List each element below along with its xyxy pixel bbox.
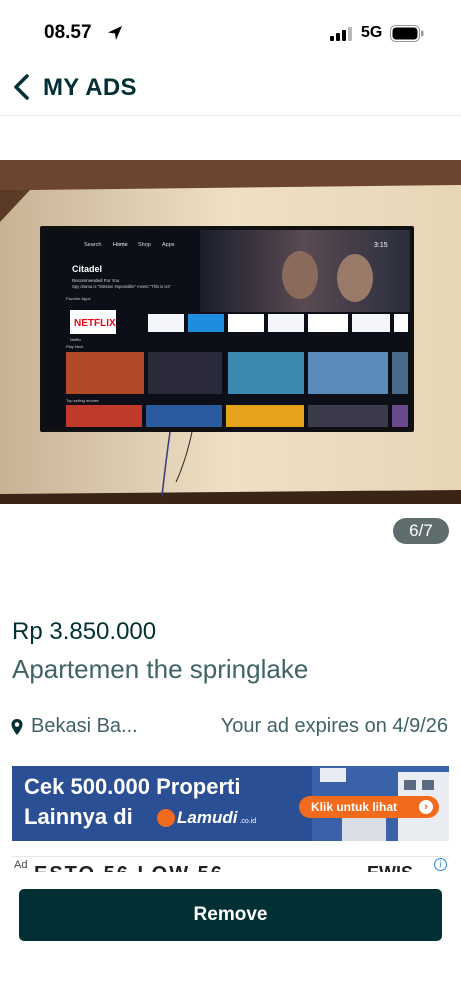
banner-cta-button[interactable]: Klik untuk lihat › [299, 796, 439, 818]
header: MY ADS [0, 62, 461, 116]
tv-feature-title: Citadel [72, 264, 102, 274]
secondary-ad-brand: EWIS [367, 863, 413, 872]
tv-photo-illustration: Search Home Shop Apps 3:15 Citadel Recom… [0, 160, 461, 504]
lamudi-logo-text: Lamudi [177, 808, 238, 827]
tv-clock: 3:15 [374, 242, 388, 249]
chevron-right-icon: › [419, 800, 433, 814]
listing-price: Rp 3.850.000 [12, 618, 157, 645]
status-time: 08.57 [44, 22, 92, 43]
tv-feature-sub1: Recommended For You [72, 278, 120, 283]
listing-location: Bekasi Ba... [31, 715, 138, 737]
back-icon[interactable] [8, 70, 36, 104]
location-arrow-icon [108, 26, 122, 40]
listing-title: Apartemen the springlake [12, 654, 309, 684]
page-title: MY ADS [43, 74, 137, 101]
tv-nav-shop: Shop [138, 242, 151, 248]
tv-app-netflix: NETFLIX [74, 318, 116, 329]
tv-row-label-play: Play Next [66, 344, 84, 349]
location-pin-icon [11, 719, 23, 735]
tv-nav-apps: Apps [162, 242, 175, 248]
remove-button[interactable]: Remove [19, 889, 442, 941]
tv-row-label-top: Top selling movies [66, 398, 99, 403]
battery-icon [390, 25, 424, 42]
tv-feature-sub2: Spy drama is "Mission Impossible" meets … [72, 284, 172, 289]
banner-cta-label: Klik untuk lihat [311, 800, 398, 814]
lamudi-logo-mark-icon [157, 809, 175, 827]
photo-counter-badge: 6/7 [393, 518, 449, 544]
listing-photo[interactable]: Search Home Shop Apps 3:15 Citadel Recom… [0, 160, 461, 504]
tv-nav-home: Home [113, 242, 128, 248]
status-bar: 08.57 5G [0, 0, 461, 62]
tv-row-label-apps: Favorite Apps [66, 296, 90, 301]
secondary-ad[interactable]: ESTO 56 LOW 56 EWIS Ad i [12, 856, 449, 872]
lamudi-banner-ad[interactable]: Cek 500.000 Properti Lainnya di Lamudi .… [12, 766, 449, 841]
banner-headline: Cek 500.000 Properti [24, 774, 241, 799]
info-icon[interactable]: i [434, 858, 447, 871]
banner-subline: Lainnya di [24, 804, 133, 829]
ad-expiry-text: Your ad expires on 4/9/26 [220, 715, 448, 737]
secondary-ad-text: ESTO 56 LOW 56 [34, 863, 224, 872]
lamudi-logo: Lamudi .co.id [157, 807, 256, 829]
lamudi-logo-tld: .co.id [239, 817, 257, 825]
ad-label: Ad [12, 859, 30, 871]
tv-nav-search: Search [84, 242, 101, 248]
tv-app-label: Netflix [70, 337, 81, 342]
network-label: 5G [361, 24, 383, 41]
bottom-action-bar: Remove [0, 872, 461, 1000]
signal-bars-icon [330, 27, 352, 41]
